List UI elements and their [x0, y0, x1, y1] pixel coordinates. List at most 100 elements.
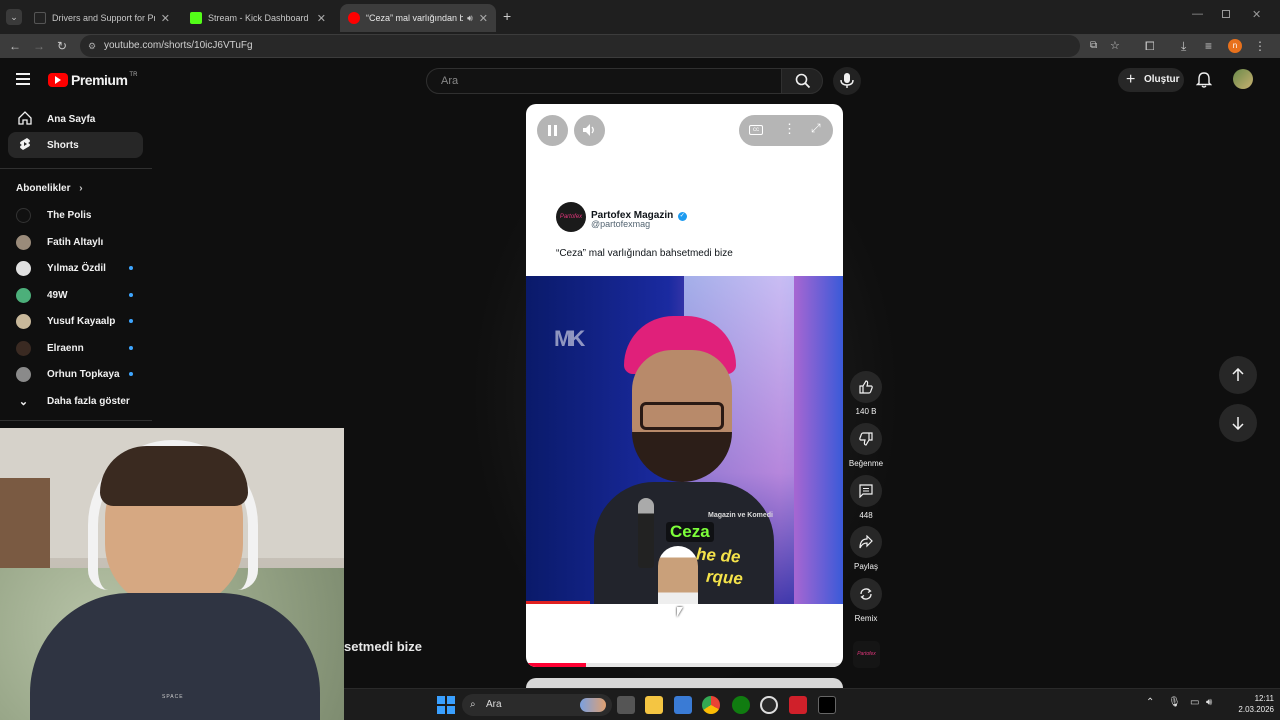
youtube-premium-logo[interactable]: Premium TR [48, 72, 137, 88]
tray-network-icon[interactable]: ▭ [1190, 697, 1199, 708]
previous-short-button[interactable] [1219, 356, 1257, 394]
share-action[interactable]: Paylaş [850, 526, 882, 571]
sidebar-subscription-orhun-topkaya[interactable]: Orhun Topkaya [16, 363, 136, 385]
sidebar-item-shorts[interactable]: Shorts [8, 132, 143, 158]
download-icon[interactable]: ⤓ [1181, 39, 1186, 53]
store-icon[interactable] [674, 696, 692, 714]
search-input[interactable]: Ara [426, 68, 782, 94]
chrome-icon[interactable] [702, 696, 720, 714]
obs-icon[interactable] [760, 696, 778, 714]
verified-badge-icon: ✓ [677, 212, 687, 221]
restore-window-icon[interactable] [1222, 10, 1230, 18]
tray-chevron-up-icon[interactable]: ⌃ [1146, 697, 1154, 708]
comment-action[interactable]: 448 [850, 475, 882, 520]
plus-icon: + [1126, 71, 1136, 88]
volume-button[interactable] [574, 115, 605, 146]
youtube-favicon-icon [348, 12, 360, 24]
volume-icon [583, 124, 594, 136]
person-hair [100, 446, 248, 506]
dislike-action[interactable]: Beğenme [849, 423, 883, 468]
chevron-right-icon: › [79, 183, 83, 194]
tray-volume-icon[interactable]: 🔊︎ [1206, 697, 1212, 708]
video-frame[interactable]: MK Magazin ve Komedi Ceza he de rque [526, 276, 843, 604]
taskbar-clock[interactable]: 12:11 2.03.2026 [1226, 693, 1274, 715]
video-overlay-line1: he de [695, 544, 742, 567]
close-tab-icon[interactable]: ✕ [479, 12, 488, 25]
new-content-dot [129, 346, 133, 350]
sidebar-item-home[interactable]: Ana Sayfa [8, 106, 143, 132]
video-watermark: MK [554, 326, 585, 351]
fullscreen-icon[interactable]: ⤢ [811, 121, 821, 136]
like-action[interactable]: 140 B [850, 371, 882, 416]
browser-toolbar: ← → ↻ ⚙ youtube.com/shorts/10icJ6VTuFg ⧉… [0, 34, 1280, 58]
avatar [16, 260, 31, 276]
next-short-button[interactable] [1219, 404, 1257, 442]
sidebar-divider [0, 420, 152, 421]
reload-icon[interactable]: ↻ [57, 39, 67, 53]
dislike-button[interactable] [850, 423, 882, 455]
person-hoodie [30, 593, 320, 720]
amd-software-icon[interactable] [789, 696, 807, 714]
tweet-text: “Ceza” mal varlığından bahsetmedi bize [556, 248, 733, 259]
extensions-icon[interactable]: ⧠ [1145, 39, 1155, 53]
hamburger-menu-icon[interactable] [16, 73, 30, 85]
windows-start-icon[interactable] [437, 696, 455, 714]
bookmark-star-icon[interactable]: ☆ [1110, 35, 1120, 57]
more-options-icon[interactable]: ⋮ [783, 121, 796, 137]
sidebar-subscription-the-polis[interactable]: The Polis [16, 204, 136, 226]
shorts-player[interactable]: cc ⋮ ⤢ Partofex Partofex Magazin ✓ @part… [526, 104, 843, 667]
progress-track[interactable] [526, 663, 843, 667]
channel-thumbnail[interactable]: Partofex [853, 641, 880, 668]
back-icon[interactable]: ← [9, 39, 21, 53]
task-view-icon[interactable] [617, 696, 635, 714]
comment-button[interactable] [850, 475, 882, 507]
sidebar-subscription-49w[interactable]: 49W [16, 284, 136, 306]
sidebar-subscription-elraenn[interactable]: Elraenn [16, 337, 136, 359]
forward-icon[interactable]: → [33, 39, 45, 53]
taskbar-search[interactable]: ⌕ Ara [462, 694, 612, 716]
avatar [16, 366, 31, 382]
browser-tab-drivers[interactable]: Drivers and Support for Processo ✕ [26, 4, 178, 32]
site-info-icon[interactable]: ⚙ [88, 35, 96, 57]
tray-microphone-icon[interactable]: 🎙︎ [1168, 697, 1181, 708]
close-tab-icon[interactable]: ✕ [317, 12, 326, 25]
like-button[interactable] [850, 371, 882, 403]
subscriptions-heading[interactable]: Abonelikler › [16, 183, 83, 194]
close-window-icon[interactable]: ✕ [1252, 8, 1261, 21]
remix-button[interactable] [850, 578, 882, 610]
remix-action[interactable]: Remix [850, 578, 882, 623]
browser-menu-icon[interactable]: ⋮ [1254, 39, 1266, 53]
voice-search-button[interactable] [833, 67, 861, 95]
pause-button[interactable] [537, 115, 568, 146]
search-button[interactable] [781, 68, 823, 94]
sidebar-subscription-yilmaz-ozdil[interactable]: Yılmaz Özdil [16, 257, 136, 279]
capcut-icon[interactable] [818, 696, 836, 714]
arrow-down-icon [1232, 417, 1244, 430]
kick-favicon-icon [190, 12, 202, 24]
new-tab-button[interactable]: + [503, 9, 511, 23]
create-button[interactable]: + Oluştur [1118, 68, 1184, 92]
close-tab-icon[interactable]: ✕ [161, 12, 170, 25]
minimize-window-icon[interactable]: — [1192, 8, 1203, 20]
share-button[interactable] [850, 526, 882, 558]
xbox-icon[interactable] [732, 696, 750, 714]
media-control-icon[interactable]: ≡ [1205, 39, 1212, 53]
share-label: Paylaş [853, 562, 878, 571]
profile-avatar[interactable]: n [1228, 39, 1242, 53]
file-explorer-icon[interactable] [645, 696, 663, 714]
account-avatar[interactable] [1233, 69, 1253, 89]
sidebar-subscription-fatih-altayli[interactable]: Fatih Altaylı [16, 231, 136, 253]
audio-playing-icon[interactable]: 🔊︎ [467, 13, 473, 24]
sidebar-show-more[interactable]: ⌄ Daha fazla göster [16, 390, 136, 412]
thumbs-down-icon [859, 432, 873, 446]
video-caption: Magazin ve Komedi [708, 512, 773, 519]
captions-icon[interactable]: cc [749, 125, 763, 135]
pause-icon [548, 125, 557, 136]
browser-tab-kick[interactable]: Stream - Kick Dashboard ✕ [182, 4, 334, 32]
tab-search-icon[interactable]: ⌄ [6, 9, 22, 25]
sidebar-subscription-yusuf-kayaalp[interactable]: Yusuf Kayaalp [16, 310, 136, 332]
notifications-bell-icon[interactable] [1196, 72, 1212, 88]
address-bar[interactable]: ⚙ youtube.com/shorts/10icJ6VTuFg ⧉ ☆ [80, 35, 1120, 57]
install-app-icon[interactable]: ⧉ [1090, 35, 1097, 57]
browser-tab-youtube[interactable]: “Ceza” mal varlığından bahs 🔊︎ ✕ [340, 4, 496, 32]
